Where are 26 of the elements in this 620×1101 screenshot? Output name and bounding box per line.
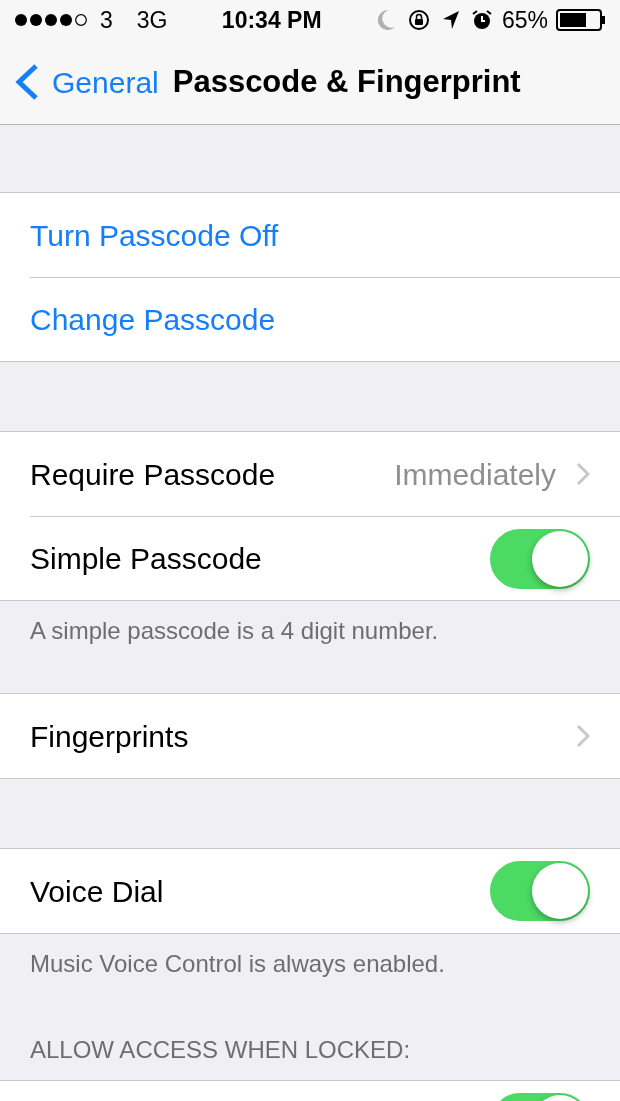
carrier-name: 3 [100,5,113,35]
row-value: Immediately [394,456,556,493]
alarm-clock-icon [471,10,492,30]
back-button[interactable]: General [14,59,159,105]
section-footer: A simple passcode is a 4 digit number. [30,617,439,644]
location-arrow-icon [441,10,460,30]
action-link[interactable]: Change Passcode [30,297,276,342]
toggle-switch[interactable] [490,861,590,921]
rotation-lock-icon [407,9,430,31]
section-header: ALLOW ACCESS WHEN LOCKED: [30,1036,411,1063]
moon-icon [375,9,396,31]
chevron-icon [576,724,590,748]
network-type: 3G [136,5,168,35]
row-label: Simple Passcode [30,541,262,577]
chevron-icon [576,462,590,486]
battery-icon [556,9,606,31]
battery-percentage: 65% [501,5,548,35]
action-link[interactable]: Turn Passcode Off [30,212,279,258]
section-footer: Music Voice Control is always enabled. [30,950,445,977]
nav-title: Passcode & Fingerprint [172,62,521,101]
status-time: 10:34 PM [221,5,322,35]
toggle-switch[interactable] [490,528,590,589]
row-label[interactable]: Require Passcode [30,451,276,497]
row-label[interactable]: Fingerprints [30,713,189,759]
back-chevron-icon [14,63,40,101]
row-label: Voice Dial [30,873,164,910]
